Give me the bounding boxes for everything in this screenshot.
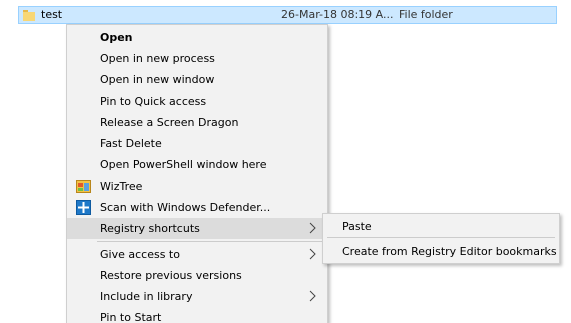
menu-item-open-new-process[interactable]: Open in new process <box>67 48 327 69</box>
wiztree-icon <box>76 179 91 194</box>
menu-item-label: Registry shortcuts <box>100 222 200 235</box>
file-name: test <box>41 8 63 21</box>
menu-item-label: Pin to Start <box>100 311 162 323</box>
menu-item-label: Give access to <box>100 248 180 261</box>
menu-item-label: Open in new window <box>100 73 215 86</box>
menu-item-label: Scan with Windows Defender... <box>100 201 271 214</box>
menu-item-wiztree[interactable]: WizTree <box>67 176 327 197</box>
menu-item-pin-start[interactable]: Pin to Start <box>67 307 327 323</box>
chevron-right-icon <box>307 289 317 303</box>
file-date-modified: 26-Mar-18 08:19 A... <box>281 8 394 21</box>
menu-item-label: Release a Screen Dragon <box>100 116 239 129</box>
menu-item-pin-quick-access[interactable]: Pin to Quick access <box>67 91 327 112</box>
menu-item-restore-versions[interactable]: Restore previous versions <box>67 265 327 286</box>
menu-item-registry-shortcuts[interactable]: Registry shortcuts <box>67 218 327 239</box>
menu-item-open-new-window[interactable]: Open in new window <box>67 69 327 90</box>
chevron-right-icon <box>307 247 317 261</box>
menu-item-label: Open <box>100 31 133 44</box>
chevron-right-icon <box>307 221 317 235</box>
submenu-separator <box>327 237 555 238</box>
explorer-view: test 26-Mar-18 08:19 A... File folder Op… <box>0 0 571 323</box>
menu-item-open[interactable]: Open <box>67 27 327 48</box>
menu-item-label: Pin to Quick access <box>100 95 207 108</box>
menu-item-release-screen-dragon[interactable]: Release a Screen Dragon <box>67 112 327 133</box>
menu-item-fast-delete[interactable]: Fast Delete <box>67 133 327 154</box>
menu-separator <box>97 241 323 242</box>
menu-item-include-library[interactable]: Include in library <box>67 286 327 307</box>
submenu-item-label: Paste <box>342 220 372 233</box>
submenu-item-paste[interactable]: Paste <box>323 215 559 237</box>
file-row-test[interactable]: test 26-Mar-18 08:19 A... File folder <box>18 6 557 24</box>
file-type: File folder <box>399 8 453 21</box>
folder-icon <box>23 9 35 21</box>
menu-item-label: Open PowerShell window here <box>100 158 267 171</box>
menu-item-label: Fast Delete <box>100 137 162 150</box>
submenu-item-label: Create from Registry Editor bookmarks <box>342 245 557 258</box>
submenu-item-create-from-bookmarks[interactable]: Create from Registry Editor bookmarks <box>323 240 559 262</box>
menu-item-label: Restore previous versions <box>100 269 242 282</box>
windows-defender-icon <box>76 200 91 215</box>
menu-item-give-access[interactable]: Give access to <box>67 244 327 265</box>
menu-item-label: WizTree <box>100 180 143 193</box>
menu-item-open-powershell[interactable]: Open PowerShell window here <box>67 154 327 175</box>
menu-item-label: Include in library <box>100 290 193 303</box>
menu-item-label: Open in new process <box>100 52 215 65</box>
menu-item-scan-defender[interactable]: Scan with Windows Defender... <box>67 197 327 218</box>
registry-shortcuts-submenu: Paste Create from Registry Editor bookma… <box>322 213 560 264</box>
context-menu: Open Open in new process Open in new win… <box>66 24 328 323</box>
